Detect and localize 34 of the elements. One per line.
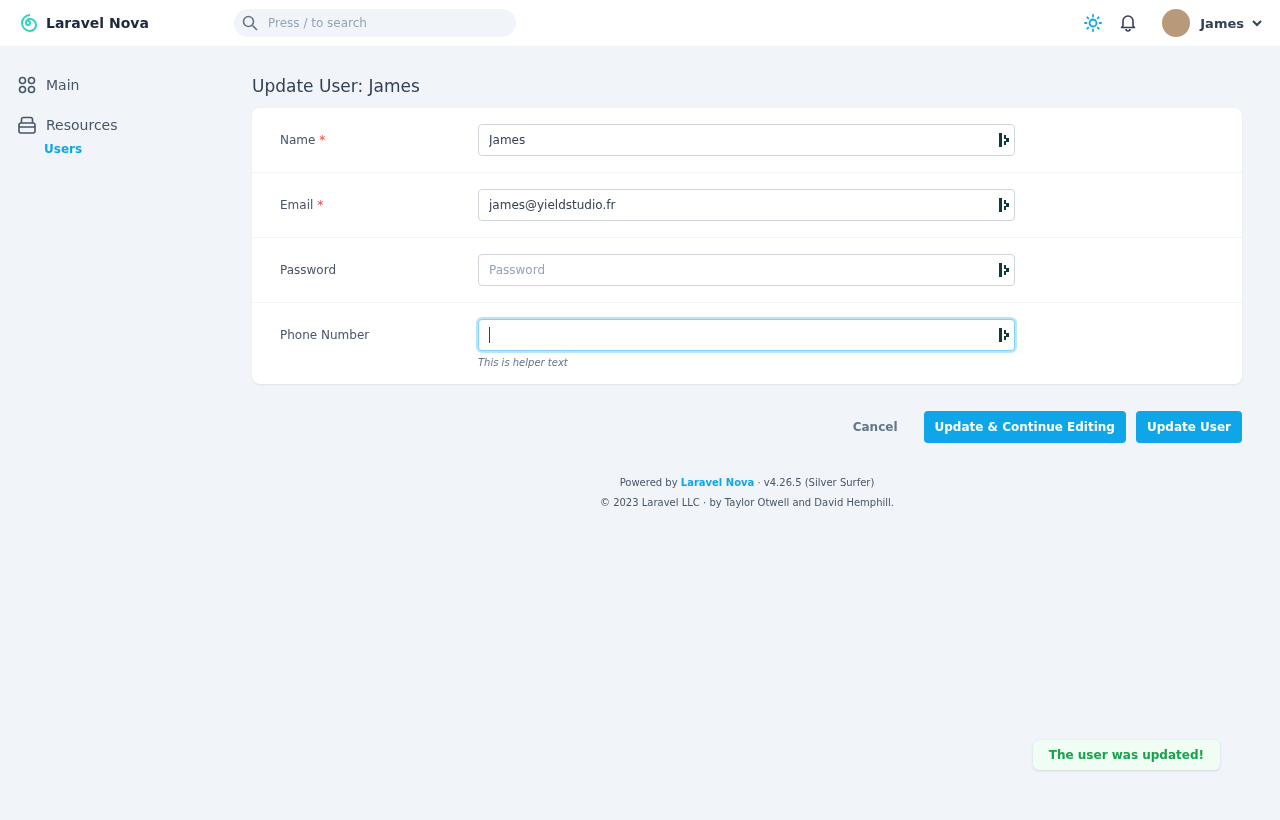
bell-icon[interactable]	[1120, 14, 1137, 32]
field-label: Email *	[280, 197, 325, 214]
password-manager-icon[interactable]	[999, 133, 1009, 147]
page-title: Update User: James	[252, 76, 421, 96]
field-label: Password	[280, 262, 338, 279]
required-mark: *	[319, 133, 326, 147]
field-label: Phone Number	[280, 327, 371, 344]
cancel-button[interactable]: Cancel	[846, 419, 904, 435]
chevron-down-icon	[1252, 19, 1262, 27]
text-field[interactable]: james@yieldstudio.fr	[478, 189, 1015, 221]
sidebar-item[interactable]: Main	[46, 77, 80, 93]
text-field[interactable]: James	[478, 124, 1015, 156]
text-field[interactable]	[478, 319, 1015, 351]
archive-icon	[18, 116, 36, 134]
required-mark: *	[317, 198, 324, 212]
text-field[interactable]: Password	[478, 254, 1015, 286]
helper-text: This is helper text	[478, 357, 569, 368]
avatar[interactable]	[1162, 9, 1191, 37]
field-label: Name *	[280, 132, 327, 149]
powered-by-text: Powered by Laravel Nova · v4.26.5 (Silver Surfer)	[618, 476, 876, 490]
grid-icon	[18, 76, 36, 94]
text-cursor	[489, 327, 490, 343]
copyright-text: © 2023 Laravel LLC · by Taylor Otwell and David Hemphill.	[598, 496, 896, 510]
password-manager-icon[interactable]	[999, 263, 1009, 277]
sun-icon[interactable]	[1084, 14, 1103, 32]
spiral-logo-icon	[18, 13, 38, 33]
user-menu-button[interactable]: James	[1200, 15, 1262, 31]
password-manager-icon[interactable]	[999, 198, 1009, 212]
search-icon	[242, 15, 258, 31]
sidebar-item[interactable]: Resources	[46, 117, 118, 133]
search-field[interactable]: Press / to search	[234, 9, 516, 37]
password-manager-icon[interactable]	[999, 328, 1009, 342]
success-toast: The user was updated!	[1032, 740, 1220, 770]
brand-name[interactable]: Laravel Nova	[46, 15, 149, 31]
